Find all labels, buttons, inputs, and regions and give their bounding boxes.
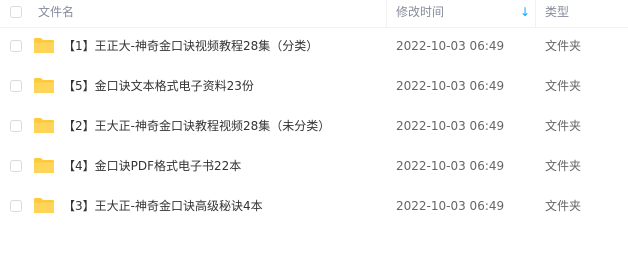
sort-descending-icon[interactable]: ↓ [520, 3, 530, 21]
file-type: 文件夹 [545, 39, 582, 53]
file-list: 【1】王正大-神奇金口诀视频教程28集（分类） 2022-10-03 06:49… [0, 27, 628, 227]
column-header-modified-time[interactable]: 修改时间 [396, 0, 444, 27]
file-type: 文件夹 [545, 199, 582, 213]
folder-icon [34, 158, 54, 173]
folder-icon [34, 38, 54, 53]
modified-time: 2022-10-03 06:49 [396, 119, 505, 133]
file-type: 文件夹 [545, 119, 582, 133]
folder-icon [34, 78, 54, 93]
modified-time: 2022-10-03 06:49 [396, 79, 505, 93]
row-checkbox[interactable] [10, 120, 22, 132]
file-row[interactable]: 【2】王大正-神奇金口诀教程视频28集（未分类） 2022-10-03 06:4… [0, 107, 628, 147]
column-divider[interactable] [386, 0, 387, 27]
folder-icon [34, 198, 54, 213]
row-checkbox[interactable] [10, 40, 22, 52]
modified-time: 2022-10-03 06:49 [396, 159, 505, 173]
file-name[interactable]: 【4】金口诀PDF格式电子书22本 [63, 157, 241, 175]
row-checkbox[interactable] [10, 80, 22, 92]
folder-icon [34, 118, 54, 133]
file-list-header: 文件名 修改时间 ↓ 类型 [0, 0, 628, 28]
column-header-type[interactable]: 类型 [545, 0, 569, 27]
file-name[interactable]: 【1】王正大-神奇金口诀视频教程28集（分类） [63, 37, 318, 55]
file-row[interactable]: 【4】金口诀PDF格式电子书22本 2022-10-03 06:49 文件夹 [0, 147, 628, 187]
column-header-filename[interactable]: 文件名 [38, 0, 74, 27]
file-row[interactable]: 【3】王大正-神奇金口诀高级秘诀4本 2022-10-03 06:49 文件夹 [0, 187, 628, 227]
row-checkbox[interactable] [10, 200, 22, 212]
file-row[interactable]: 【5】金口诀文本格式电子资料23份 2022-10-03 06:49 文件夹 [0, 67, 628, 107]
row-checkbox[interactable] [10, 160, 22, 172]
file-row[interactable]: 【1】王正大-神奇金口诀视频教程28集（分类） 2022-10-03 06:49… [0, 27, 628, 67]
select-all-checkbox[interactable] [10, 6, 22, 18]
file-type: 文件夹 [545, 79, 582, 93]
file-name[interactable]: 【3】王大正-神奇金口诀高级秘诀4本 [63, 197, 263, 215]
modified-time: 2022-10-03 06:49 [396, 39, 505, 53]
file-type: 文件夹 [545, 159, 582, 173]
file-name[interactable]: 【5】金口诀文本格式电子资料23份 [63, 77, 254, 95]
modified-time: 2022-10-03 06:49 [396, 199, 505, 213]
column-divider[interactable] [535, 0, 536, 27]
file-name[interactable]: 【2】王大正-神奇金口诀教程视频28集（未分类） [63, 117, 330, 135]
